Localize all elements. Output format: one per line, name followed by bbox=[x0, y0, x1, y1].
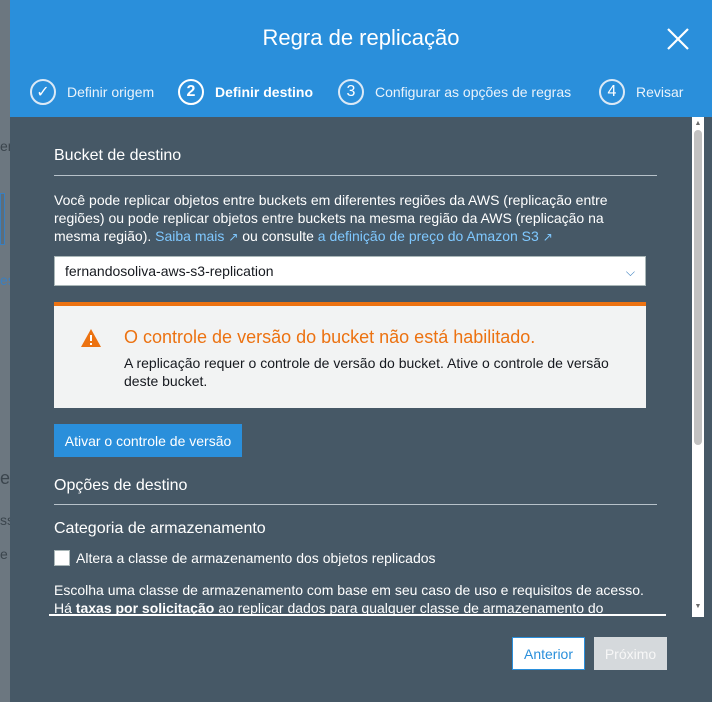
background-page bbox=[0, 0, 10, 702]
step-define-destination[interactable]: 2 Definir destino bbox=[178, 78, 313, 106]
enable-versioning-button[interactable]: Ativar o controle de versão bbox=[54, 424, 242, 457]
storage-class-description: Escolha uma classe de armazenamento com … bbox=[54, 581, 664, 617]
selected-bucket: fernandosoliva-aws-s3-replication bbox=[65, 263, 274, 279]
change-storage-class-checkbox[interactable] bbox=[54, 550, 70, 566]
step-label: Configurar as opções de regras bbox=[375, 84, 572, 100]
check-icon: ✓ bbox=[30, 79, 56, 105]
versioning-warning-alert: O controle de versão do bucket não está … bbox=[54, 302, 646, 408]
scrollbar-thumb[interactable] bbox=[694, 130, 702, 445]
chevron-down-icon: ⌵ bbox=[625, 265, 635, 279]
background-text: e bbox=[0, 468, 11, 488]
description-text: ou consulte bbox=[238, 228, 318, 244]
step-configure-rule-options[interactable]: 3 Configurar as opções de regras bbox=[338, 78, 571, 106]
step-define-source[interactable]: ✓ Definir origem bbox=[30, 78, 154, 106]
previous-button[interactable]: Anterior bbox=[512, 637, 585, 670]
scroll-down-icon[interactable]: ▼ bbox=[694, 603, 702, 610]
section-title-destination-bucket: Bucket de destino bbox=[54, 147, 182, 164]
step-number: 3 bbox=[338, 79, 364, 105]
storage-class-title: Categoria de armazenamento bbox=[54, 520, 266, 537]
scroll-up-icon[interactable]: ▲ bbox=[694, 120, 702, 127]
warning-icon bbox=[81, 329, 101, 347]
external-link-icon: ↗ bbox=[542, 230, 553, 244]
background-text: e bbox=[0, 546, 8, 562]
destination-bucket-select[interactable]: fernandosoliva-aws-s3-replication ⌵ bbox=[54, 256, 646, 286]
background-input bbox=[0, 193, 5, 245]
change-storage-class-option[interactable]: Altera a classe de armazenamento dos obj… bbox=[54, 550, 436, 566]
description-text: Escolha uma classe de armazenamento com … bbox=[54, 582, 644, 598]
close-icon[interactable] bbox=[665, 26, 691, 52]
replication-rule-modal: Regra de replicação ✓ Definir origem 2 D… bbox=[10, 0, 712, 702]
modal-body[interactable]: Bucket de destino Você pode replicar obj… bbox=[38, 117, 686, 617]
scroll-fade-edge bbox=[49, 614, 666, 616]
destination-description: Você pode replicar objetos entre buckets… bbox=[54, 191, 614, 246]
section-title-destination-options: Opções de destino bbox=[54, 477, 188, 494]
step-number: 2 bbox=[178, 79, 204, 105]
modal-title: Regra de replicação bbox=[262, 25, 460, 50]
alert-text: A replicação requer o controle de versão… bbox=[124, 355, 609, 389]
external-link-icon: ↗ bbox=[228, 230, 239, 244]
step-label: Definir destino bbox=[215, 84, 314, 100]
learn-more-link[interactable]: Saiba mais bbox=[155, 228, 224, 244]
step-review[interactable]: 4 Revisar bbox=[599, 78, 683, 106]
divider bbox=[54, 504, 657, 505]
step-label: Revisar bbox=[636, 84, 684, 100]
step-label: Definir origem bbox=[67, 84, 155, 100]
checkbox-label: Altera a classe de armazenamento dos obj… bbox=[76, 550, 436, 566]
divider bbox=[54, 175, 657, 176]
next-button: Próximo bbox=[594, 637, 667, 670]
pricing-link[interactable]: a definição de preço do Amazon S3 bbox=[318, 228, 539, 244]
modal-header: Regra de replicação ✓ Definir origem 2 D… bbox=[10, 0, 712, 117]
alert-title: O controle de versão do bucket não está … bbox=[124, 327, 536, 347]
step-number: 4 bbox=[599, 79, 625, 105]
